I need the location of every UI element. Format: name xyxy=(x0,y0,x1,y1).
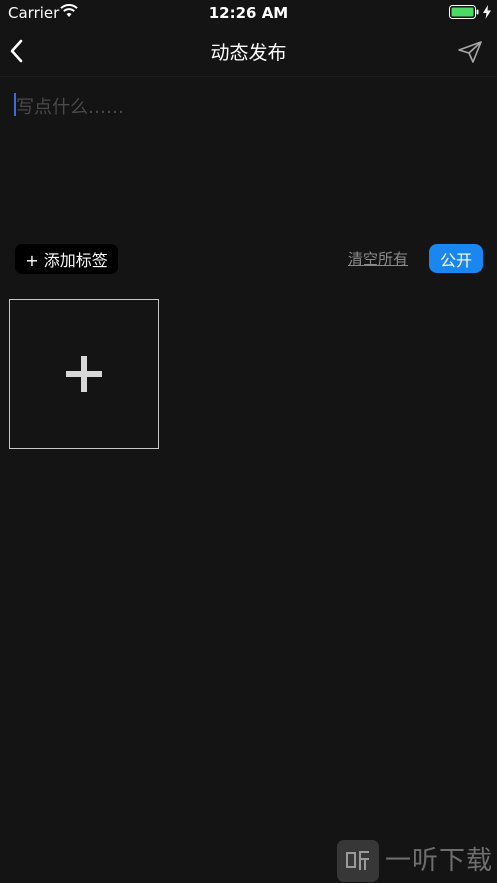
send-button[interactable] xyxy=(456,38,484,66)
listen-logo-icon xyxy=(346,851,369,870)
battery-icon xyxy=(449,5,479,19)
plus-icon xyxy=(66,356,102,392)
clear-all-link[interactable]: 清空所有 xyxy=(348,248,408,269)
post-placeholder: 写点什么…… xyxy=(16,97,124,118)
watermark-label: 一听下载 xyxy=(385,846,493,876)
nav-bar: 动态发布 xyxy=(0,26,497,77)
watermark: 一听下载 xyxy=(337,840,497,883)
visibility-public-button[interactable]: 公开 xyxy=(429,244,483,273)
status-time: 12:26 AM xyxy=(208,4,289,22)
status-bar: Carrier 12:26 AM xyxy=(0,0,497,26)
add-tag-button[interactable]: + 添加标签 xyxy=(15,244,118,274)
add-image-button[interactable] xyxy=(9,299,159,449)
page-title: 动态发布 xyxy=(210,42,287,64)
send-icon xyxy=(458,41,482,63)
watermark-text: 一听下载 xyxy=(385,846,493,876)
watermark-logo xyxy=(337,840,379,882)
charging-bolt-icon xyxy=(483,5,491,19)
